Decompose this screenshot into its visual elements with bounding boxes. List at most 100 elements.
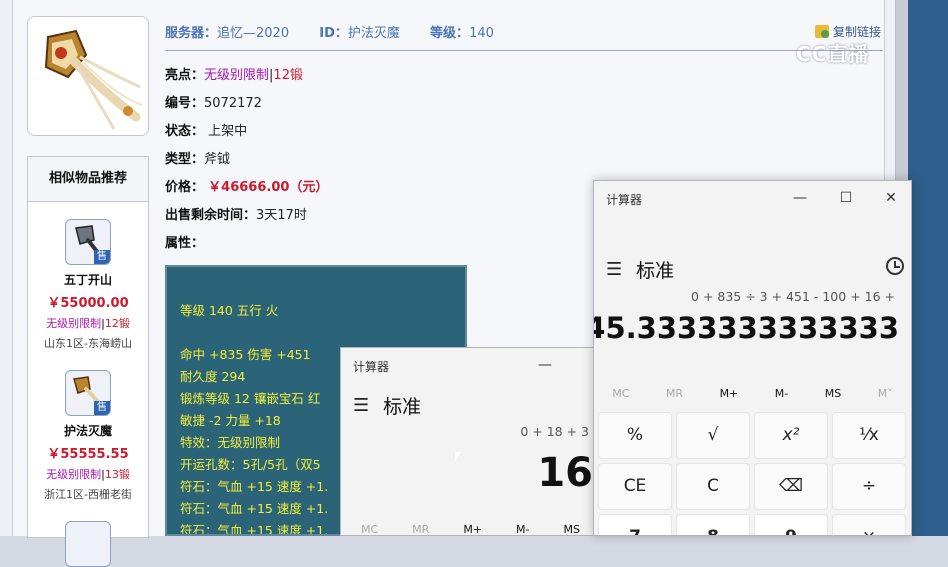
time-label: 出售剩余时间：: [165, 208, 257, 223]
price-row: 价格： ￥46666.00（元）: [165, 176, 328, 195]
expression-display: 0 + 835 ÷ 3 + 451 - 100 + 16 +: [691, 289, 895, 304]
time-value: 3天17时: [256, 208, 307, 223]
calculator-window-back[interactable]: 计算器 — ☰ 标准 0 + 18 + 3 16 MC MR M+ M- MS: [340, 347, 600, 536]
similar-item-name[interactable]: 五丁开山: [28, 271, 148, 288]
maximize-button[interactable]: ☐: [832, 187, 860, 209]
similar-item-price: ￥55555.55: [47, 447, 129, 462]
mouse-cursor-icon: [455, 452, 467, 462]
similar-item-thumb[interactable]: 售: [65, 219, 111, 265]
highlight-label: 亮点：: [165, 68, 205, 83]
memory-row: MC MR M+ M- MS: [341, 523, 599, 535]
item-image: [27, 16, 149, 136]
type-value: 斧钺: [204, 152, 231, 167]
similar-item-name[interactable]: 护法灭魔: [28, 422, 148, 439]
ms-button[interactable]: MS: [825, 387, 841, 400]
mode-label: 标准: [636, 260, 675, 282]
multiply-button[interactable]: ×: [832, 514, 906, 535]
similar-item[interactable]: 售 护法灭魔 ￥55555.55 无级别限制|13锻 浙江1区-西栅老街: [28, 370, 148, 502]
similar-items-panel: 相似物品推荐 售 五丁开山 ￥55000.00 无级别限制|12锻 山东1区-东…: [27, 156, 149, 567]
attr-line: 耐久度 294: [180, 369, 246, 384]
mr-button[interactable]: MR: [412, 523, 429, 535]
similar-item-thumb[interactable]: 售: [65, 370, 111, 416]
similar-item-tags: 无级别限制|12锻: [28, 315, 148, 331]
attr-line: 符石：气血 +15 速度 +1.: [180, 479, 329, 494]
number-label: 编号：: [165, 96, 205, 111]
divider: [165, 50, 883, 51]
similar-title: 相似物品推荐: [28, 157, 148, 202]
window-title: 计算器: [353, 360, 390, 374]
type-label: 类型：: [165, 152, 205, 167]
server-value: 追忆—2020: [217, 26, 290, 41]
memory-list-button[interactable]: M˅: [878, 387, 893, 400]
calculator-window[interactable]: 计算器 — ☐ ✕ ☰ 标准 0 + 835 ÷ 3 + 451 - 100 +…: [593, 180, 912, 536]
hamburger-menu-icon[interactable]: ☰: [606, 260, 622, 279]
tag-forge: 13锻: [104, 468, 130, 481]
divide-button[interactable]: ÷: [832, 463, 906, 510]
m-plus-button[interactable]: M+: [463, 523, 482, 535]
similar-item[interactable]: 售 五丁开山 ￥55000.00 无级别限制|12锻 山东1区-东海崂山: [28, 219, 148, 351]
clear-entry-button[interactable]: CE: [598, 463, 672, 510]
server-label: 服务器：: [165, 26, 218, 41]
mc-button[interactable]: MC: [612, 387, 629, 400]
server-info: 服务器：追忆—2020: [165, 26, 289, 41]
close-button[interactable]: ✕: [877, 187, 905, 209]
mr-button[interactable]: MR: [666, 387, 683, 400]
history-icon[interactable]: [886, 257, 904, 275]
similar-item-thumb[interactable]: [65, 521, 111, 567]
attr-line: 等级 140 五行 火: [180, 303, 279, 318]
square-button[interactable]: x²: [754, 412, 828, 459]
attr-label: 属性：: [165, 236, 205, 251]
copy-link-icon: [815, 25, 829, 38]
id-info: ID：护法灭魔: [319, 26, 400, 41]
digit-7-button[interactable]: 7: [598, 514, 672, 535]
similar-item-location: 山东1区-东海崂山: [44, 337, 132, 350]
highlight-tag: 无级别限制: [204, 68, 270, 83]
backspace-button[interactable]: ⌫: [754, 463, 828, 510]
similar-item-tags: 无级别限制|13锻: [28, 466, 148, 482]
id-value: 护法灭魔: [347, 26, 400, 41]
level-label: 等级：: [430, 26, 470, 41]
right-side-bar: [908, 0, 948, 536]
attr-line: 敏捷 -2 力量 +18: [180, 413, 281, 428]
mc-button[interactable]: MC: [361, 523, 378, 535]
mode-label: 标准: [383, 396, 422, 418]
reciprocal-button[interactable]: ¹⁄x: [832, 412, 906, 459]
m-minus-button[interactable]: M-: [775, 387, 788, 400]
status-label: 状态：: [165, 124, 205, 139]
sqrt-button[interactable]: √: [676, 412, 750, 459]
item-header: 服务器：追忆—2020 ID：护法灭魔 等级：140: [165, 22, 520, 41]
digit-8-button[interactable]: 8: [676, 514, 750, 535]
price-label: 价格：: [165, 180, 205, 195]
number-value: 5072172: [204, 96, 262, 111]
attr-line: 符石：气血 +15 速度 +1.: [180, 501, 329, 516]
forge-level: 12锻: [273, 68, 303, 83]
hamburger-menu-icon[interactable]: ☰: [353, 396, 369, 415]
watermark: CC直播: [796, 42, 870, 66]
m-plus-button[interactable]: M+: [720, 387, 739, 400]
similar-item-location: 浙江1区-西栅老街: [44, 488, 132, 501]
m-minus-button[interactable]: M-: [516, 523, 529, 535]
memory-row: MC MR M+ M- MS M˅: [594, 387, 911, 400]
ms-button[interactable]: MS: [564, 523, 580, 535]
minimize-button[interactable]: —: [786, 187, 814, 209]
minimize-button[interactable]: —: [531, 354, 559, 376]
mode-header: ☰ 标准: [606, 256, 674, 283]
time-row: 出售剩余时间：3天17时: [165, 204, 307, 223]
similar-item[interactable]: [28, 521, 148, 567]
similar-item-price: ￥55000.00: [47, 296, 129, 311]
tag-forge: 12锻: [104, 317, 130, 330]
sale-badge: 售: [94, 401, 110, 415]
mode-header: ☰ 标准: [353, 392, 421, 419]
digit-9-button[interactable]: 9: [754, 514, 828, 535]
attr-line: 锻炼等级 12 镶嵌宝石 红: [180, 391, 321, 406]
level-value: 140: [469, 26, 494, 41]
highlight-row: 亮点：无级别限制|12锻: [165, 64, 303, 83]
clear-button[interactable]: C: [676, 463, 750, 510]
result-display: 16: [537, 450, 593, 496]
attr-line: 符石：气血 +15 速度 +1.: [180, 523, 329, 536]
result-display: 645.3333333333333: [593, 311, 899, 345]
attr-line: 特效：无级别限制: [180, 435, 281, 450]
window-title: 计算器: [606, 193, 643, 207]
type-row: 类型：斧钺: [165, 148, 230, 167]
percent-button[interactable]: %: [598, 412, 672, 459]
